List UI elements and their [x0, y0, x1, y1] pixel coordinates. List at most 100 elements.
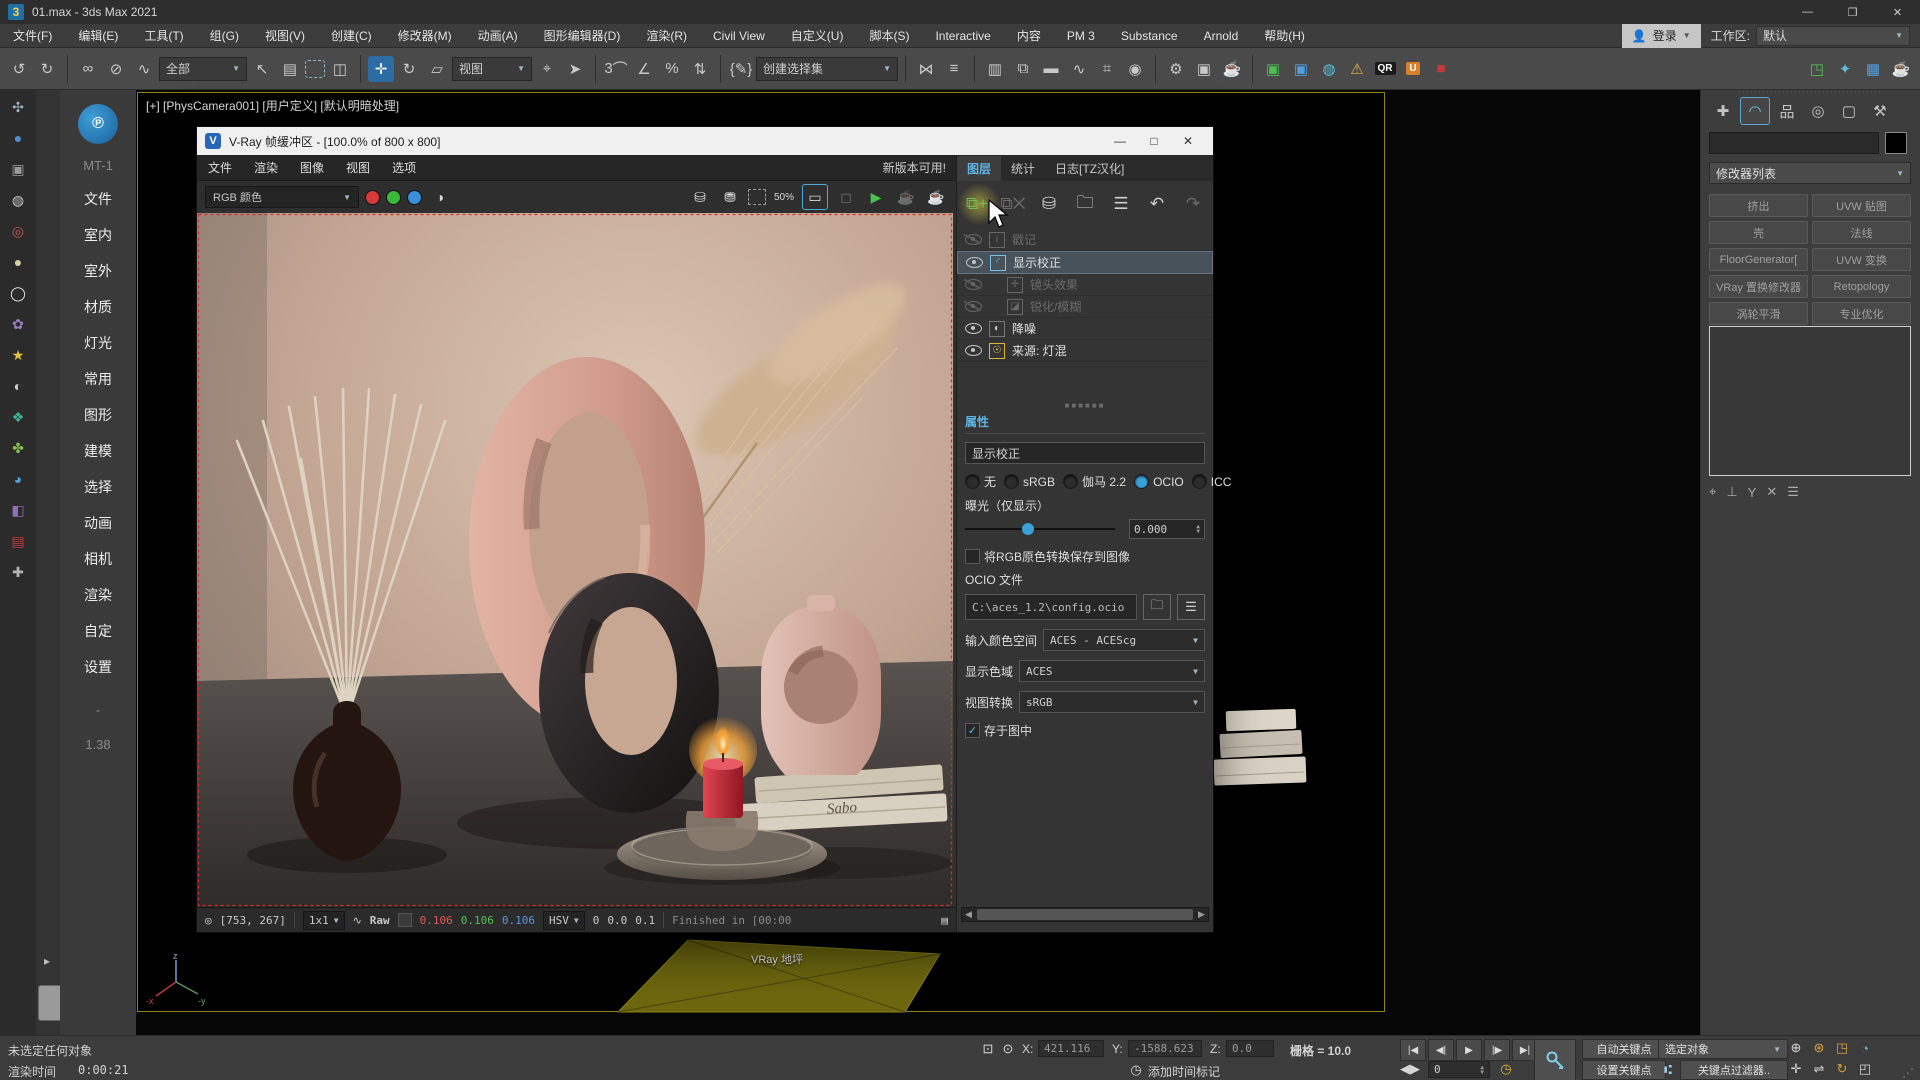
save-image-icon[interactable]: ⛁	[688, 185, 712, 209]
play-icon[interactable]: ▶	[1456, 1039, 1482, 1061]
next-frame-icon[interactable]: |▶	[1484, 1039, 1510, 1061]
previous-frame-icon[interactable]: ◀|	[1428, 1039, 1454, 1061]
menu-create[interactable]: 创建(C)	[318, 24, 385, 48]
render-production-teapot-icon[interactable]: ☕	[1219, 56, 1245, 82]
scene-explorer-icon[interactable]: ▥	[982, 56, 1008, 82]
modifier-floorgenerator-button[interactable]: FloorGenerator[	[1709, 248, 1808, 271]
vfb-menu-file[interactable]: 文件	[197, 159, 243, 176]
menu-scripting[interactable]: 脚本(S)	[856, 24, 922, 48]
percent-snap-icon[interactable]: %	[659, 56, 685, 82]
rail-tools-icon[interactable]: ✚	[7, 561, 29, 583]
minimize-icon[interactable]: —	[1785, 0, 1830, 24]
select-and-rotate-icon[interactable]: ↻	[396, 56, 422, 82]
rail-ball-icon[interactable]: ◕	[7, 468, 29, 490]
ocio-menu-icon[interactable]: ☰	[1177, 594, 1205, 620]
key-mode-dropdown[interactable]: 选定对象 ▼	[1658, 1039, 1788, 1059]
use-pivot-center-icon[interactable]: ⌖	[534, 56, 560, 82]
vfb-menu-image[interactable]: 图像	[289, 159, 335, 176]
menu-content[interactable]: 内容	[1004, 24, 1054, 48]
sidebar-item-materials[interactable]: 材质	[84, 297, 112, 317]
unlink-selection-icon[interactable]: ⊘	[103, 56, 129, 82]
channel-dropdown[interactable]: RGB 颜色 ▼	[205, 186, 359, 208]
menu-edit[interactable]: 编辑(E)	[65, 24, 131, 48]
vfb-minimize-icon[interactable]: —	[1103, 127, 1137, 155]
modifier-prooptimizer-button[interactable]: 专业优化	[1812, 302, 1911, 325]
rail-star-icon[interactable]: ★	[7, 344, 29, 366]
tab-utilities[interactable]: ⚒	[1866, 98, 1894, 124]
sidebar-item-exterior[interactable]: 室外	[84, 261, 112, 281]
vfb-menu-options[interactable]: 选项	[381, 159, 427, 176]
menu-file[interactable]: 文件(F)	[0, 24, 65, 48]
menu-group[interactable]: 组(G)	[197, 24, 252, 48]
close-icon[interactable]: ✕	[1875, 0, 1920, 24]
visibility-eye-icon[interactable]	[965, 301, 982, 312]
scrollbar-thumb[interactable]	[977, 909, 1193, 920]
panel-hscrollbar[interactable]: ◀ ▶	[961, 907, 1209, 922]
modifier-normal-button[interactable]: 法线	[1812, 221, 1911, 244]
rail-cube-purple-icon[interactable]: ◧	[7, 499, 29, 521]
zoom-icon[interactable]: ⊕	[1786, 1039, 1806, 1057]
pan-icon[interactable]: ✛	[1786, 1060, 1806, 1078]
tab-layers[interactable]: 图层	[957, 156, 1001, 181]
select-and-link-icon[interactable]: ∞	[75, 56, 101, 82]
modifier-turbosmooth-button[interactable]: 涡轮平滑	[1709, 302, 1808, 325]
layer-name-field[interactable]: 显示校正	[965, 442, 1205, 464]
tab-display[interactable]: ▢	[1835, 98, 1863, 124]
layer-row-lens-effects[interactable]: ✛ 镜头效果	[957, 274, 1213, 296]
menu-modifiers[interactable]: 修改器(M)	[385, 24, 465, 48]
spinner-arrows-icon[interactable]: ▲▼	[1480, 1065, 1484, 1075]
object-color-swatch[interactable]	[1885, 132, 1907, 154]
pin-stack-icon[interactable]: ⌖	[1709, 484, 1716, 500]
letterbox-icon[interactable]: ▭	[802, 184, 828, 210]
view-transform-dropdown[interactable]: sRGB▼	[1019, 691, 1205, 713]
layer-list-menu-icon[interactable]: ☰	[1105, 186, 1137, 222]
ocio-path-field[interactable]: C:\aces_1.2\config.ocio	[965, 594, 1137, 620]
radio-gamma[interactable]	[1063, 474, 1078, 489]
show-end-result-icon[interactable]: ⊥	[1726, 484, 1737, 500]
modifier-stack-list[interactable]	[1709, 326, 1911, 476]
spinner-arrows-icon[interactable]: ▲▼	[1196, 524, 1200, 534]
walk-through-icon[interactable]: ⇌	[1809, 1060, 1829, 1078]
modifier-extrude-button[interactable]: 挤出	[1709, 194, 1808, 217]
layer-row-stamp[interactable]: i 戳记	[957, 229, 1213, 251]
mono-channel-icon[interactable]: ◑	[428, 185, 452, 209]
browse-folder-icon[interactable]: 🗀	[1143, 594, 1171, 620]
scroll-right-icon[interactable]: ▶	[1195, 909, 1208, 920]
sidebar-item-modeling[interactable]: 建模	[84, 441, 112, 461]
layer-row-denoise[interactable]: ◐ 降噪	[957, 318, 1213, 340]
menu-pm3[interactable]: PM 3	[1054, 24, 1108, 48]
rail-helix-icon[interactable]: ✿	[7, 313, 29, 335]
curve-editor-icon[interactable]: ∿	[1066, 56, 1092, 82]
visibility-eye-icon[interactable]	[965, 345, 982, 356]
menu-civil-view[interactable]: Civil View	[700, 24, 778, 48]
bake-checkbox[interactable]: ✓	[965, 723, 980, 738]
sidebar-item-common[interactable]: 常用	[84, 369, 112, 389]
visibility-eye-icon[interactable]	[965, 279, 982, 290]
vfb-maximize-icon[interactable]: □	[1137, 127, 1171, 155]
named-selection-sets-dropdown[interactable]: 创建选择集 ▼	[756, 57, 898, 81]
menu-substance[interactable]: Substance	[1108, 24, 1191, 48]
select-by-name-icon[interactable]: ▤	[277, 56, 303, 82]
radio-icc[interactable]	[1192, 474, 1207, 489]
tab-hierarchy[interactable]: 品	[1773, 98, 1801, 124]
display-colorspace-dropdown[interactable]: ACES▼	[1019, 660, 1205, 682]
select-and-scale-icon[interactable]: ▱	[424, 56, 450, 82]
configure-modifier-sets-icon[interactable]: ☰	[1787, 484, 1799, 500]
visibility-eye-icon[interactable]	[965, 323, 982, 334]
redo-layers-icon[interactable]: ↷	[1177, 186, 1209, 222]
rail-expand-arrow[interactable]: ▸	[38, 952, 56, 970]
save-layers-icon[interactable]: ⛁	[1033, 186, 1065, 222]
rail-box-icon[interactable]: ▣	[7, 158, 29, 180]
vfb-titlebar[interactable]: V V-Ray 帧缓冲区 - [100.0% of 800 x 800] — □…	[197, 127, 1213, 155]
login-button[interactable]: 👤 登录 ▼	[1622, 24, 1701, 48]
menu-graph-editors[interactable]: 图形编辑器(D)	[531, 24, 634, 48]
menu-help[interactable]: 帮助(H)	[1251, 24, 1318, 48]
red-channel-icon[interactable]	[365, 190, 380, 205]
rail-teapot-icon[interactable]: ◐	[7, 375, 29, 397]
rail-hand-icon[interactable]: ✣	[7, 96, 29, 118]
rgb-convert-checkbox[interactable]	[965, 549, 980, 564]
selection-lock-icon[interactable]: ⊙	[998, 1040, 1018, 1058]
load-layers-icon[interactable]: 🗀	[1069, 186, 1101, 222]
rail-donut-icon[interactable]: ◯	[7, 282, 29, 304]
select-object-icon[interactable]: ↖	[249, 56, 275, 82]
